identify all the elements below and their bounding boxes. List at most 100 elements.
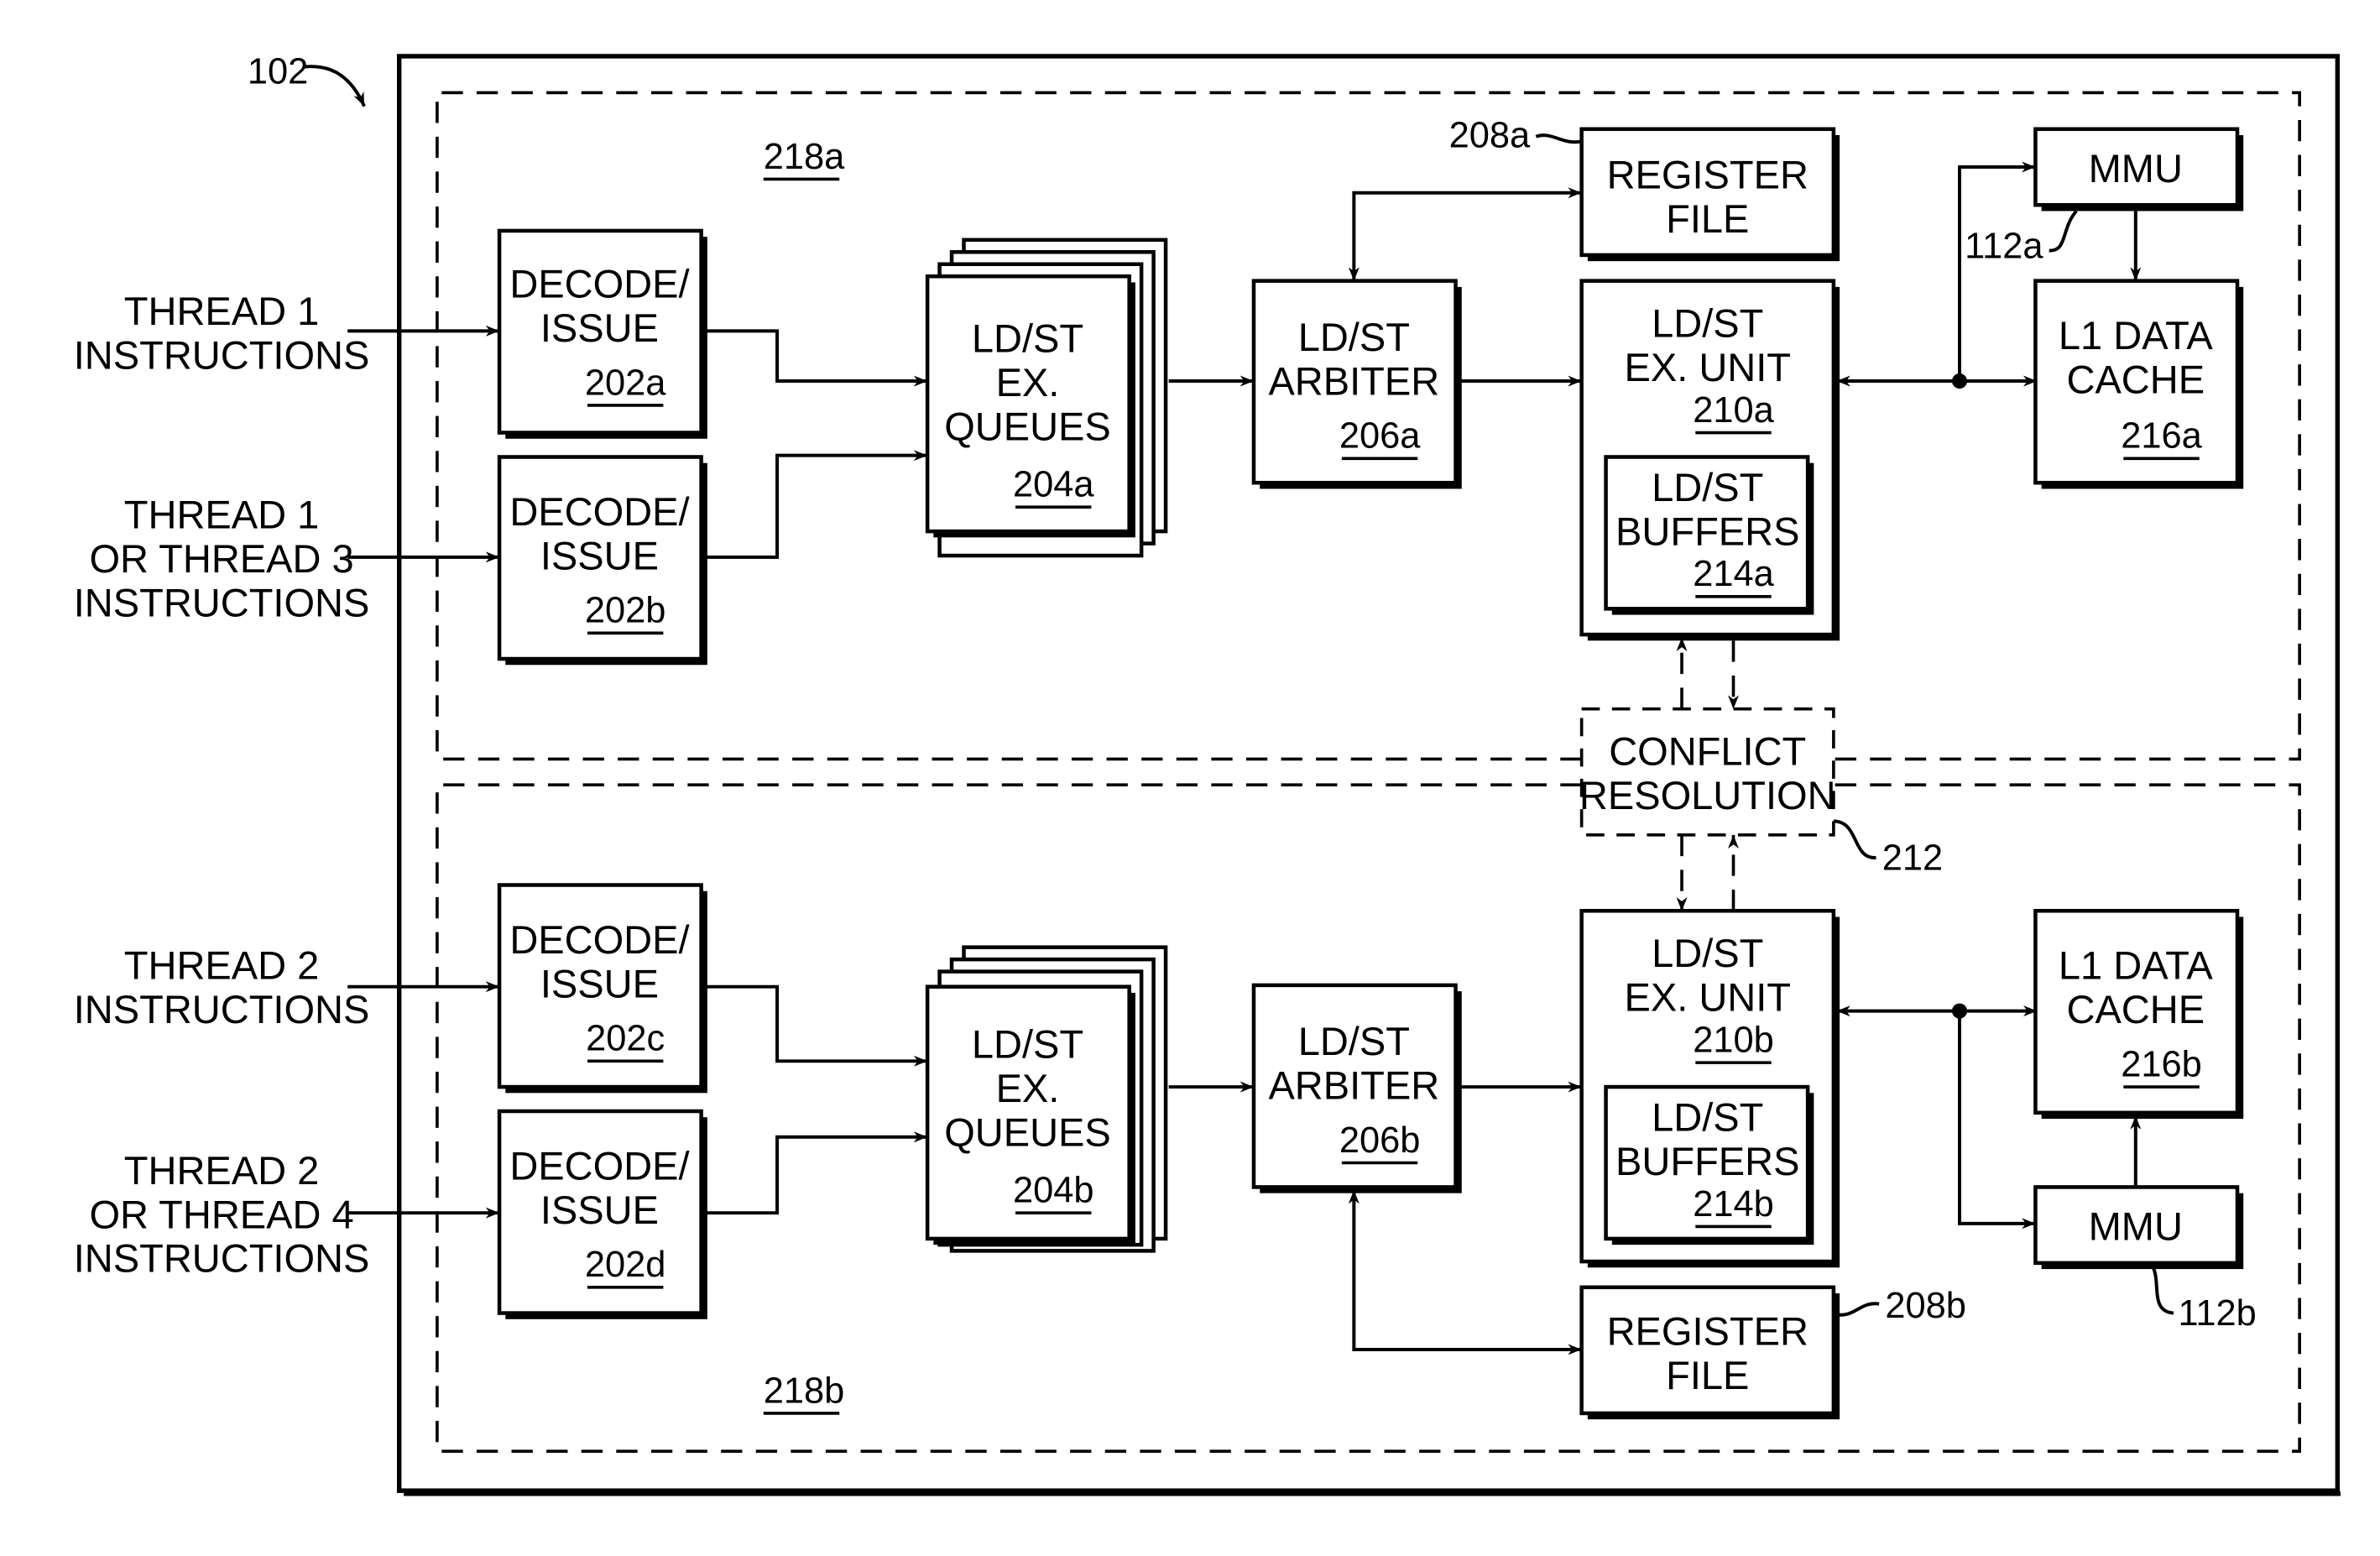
ref-leader [2150, 1265, 2174, 1315]
input-label-line: THREAD 2 [124, 943, 320, 988]
figure-ref-label: 102 [248, 52, 308, 92]
block-label-line: MMU [2089, 1204, 2183, 1249]
block-label-line: CACHE [2067, 358, 2205, 402]
input-label-line: THREAD 1 [124, 289, 320, 333]
arrow-210b-to-112b [1958, 1010, 2036, 1230]
block-label-line: EX. [996, 360, 1060, 405]
ld-st-arbiter-206a: LD/ST ARBITER 206a [1251, 279, 1462, 489]
conflict-resolution-212: CONFLICT RESOLUTION 212 [1579, 707, 1943, 878]
register-file-208b: REGISTER FILE 208b [1579, 1285, 1966, 1420]
block-label-line: QUEUES [944, 1110, 1111, 1155]
block-label-line: ISSUE [540, 305, 659, 350]
input-label-line: THREAD 2 [124, 1148, 320, 1193]
block-label-line: REGISTER [1607, 152, 1808, 196]
input-thread2: THREAD 2 INSTRUCTIONS [74, 943, 370, 1031]
block-label-line: MMU [2089, 146, 2183, 191]
block-label-line: L1 DATA [2059, 943, 2213, 988]
processor-block-diagram: 102 218a 218b THREAD 1 INSTRUCTIONS THRE… [74, 52, 2341, 1496]
register-file-208a: REGISTER FILE 208a [1449, 115, 1840, 262]
block-label-line: RESOLUTION [1579, 773, 1836, 817]
block-ref: 202c [586, 1019, 665, 1059]
block-label-line: LD/ST [1652, 301, 1763, 346]
ref-leader [1833, 819, 1876, 859]
block-ref: 206b [1339, 1120, 1421, 1161]
ld-st-arbiter-206b: LD/ST ARBITER 206b [1251, 983, 1462, 1193]
block-label-line: DECODE/ [509, 1143, 690, 1188]
arrow-210a-to-112a [1958, 161, 2036, 382]
input-thread1: THREAD 1 INSTRUCTIONS [74, 289, 370, 377]
ld-st-ex-queues-204b: LD/ST EX. QUEUES 204b [925, 945, 1168, 1253]
decode-issue-202a: DECODE/ ISSUE 202a [497, 228, 707, 439]
input-label-line: INSTRUCTIONS [74, 987, 370, 1031]
l1-data-cache-216a: L1 DATA CACHE 216a [2033, 279, 2244, 489]
block-label-line: REGISTER [1607, 1309, 1808, 1354]
block-label-line: EX. UNIT [1624, 975, 1791, 1020]
region-ref-218a: 218a [764, 137, 845, 177]
block-label-line: LD/ST [972, 316, 1083, 361]
arrow-202b-to-204a [701, 450, 928, 559]
figure-ref-arrow [303, 65, 366, 107]
arrow-202a-to-204a [701, 329, 928, 387]
input-label-line: THREAD 1 [124, 492, 320, 536]
mmu-112b: MMU 112b [2033, 1185, 2257, 1334]
input-thread1-or-3: THREAD 1 OR THREAD 3 INSTRUCTIONS [74, 492, 370, 624]
ref-leader [1836, 1302, 1880, 1317]
figure-ref: 102 [248, 52, 366, 107]
arrow-202d-to-204b [701, 1131, 928, 1215]
block-label-line: ISSUE [540, 533, 659, 577]
block-label-line: BUFFERS [1615, 1139, 1799, 1183]
block-ref: 208a [1449, 115, 1531, 155]
block-label-line: EX. [996, 1066, 1060, 1110]
decode-issue-202d: DECODE/ ISSUE 202d [497, 1109, 707, 1319]
block-label-line: LD/ST [1298, 315, 1410, 359]
block-ref: 208b [1885, 1286, 1966, 1326]
block-ref: 210a [1693, 390, 1774, 431]
input-label-line: OR THREAD 3 [89, 536, 353, 581]
block-ref: 204b [1013, 1171, 1094, 1211]
block-label-line: DECODE/ [509, 262, 690, 306]
region-ref-218b: 218b [764, 1371, 845, 1411]
input-label-line: INSTRUCTIONS [74, 1236, 370, 1281]
block-ref: 202a [585, 363, 666, 403]
arrow-206a-to-208a [1348, 187, 1582, 281]
mmu-112a: MMU 112a [1965, 127, 2244, 267]
l1-data-cache-216b: L1 DATA CACHE 216b [2033, 908, 2244, 1120]
block-label-line: QUEUES [944, 405, 1111, 449]
block-label-line: LD/ST [972, 1022, 1083, 1067]
ld-st-buffers-214a: LD/ST BUFFERS 214a [1604, 455, 1814, 615]
block-label-line: DECODE/ [509, 917, 690, 962]
block-label-line: EX. UNIT [1624, 345, 1791, 389]
block-ref: 206a [1339, 416, 1421, 457]
ld-st-buffers-214b: LD/ST BUFFERS 214b [1604, 1084, 1814, 1245]
arrow-206b-to-208b [1348, 1190, 1582, 1355]
block-ref: 210b [1693, 1020, 1774, 1060]
block-label-line: FILE [1666, 1353, 1749, 1397]
block-label-line: BUFFERS [1615, 509, 1799, 553]
block-label-line: DECODE/ [509, 489, 690, 534]
block-label-line: CONFLICT [1609, 729, 1806, 774]
block-ref: 214a [1693, 554, 1774, 594]
input-label-line: INSTRUCTIONS [74, 333, 370, 378]
block-ref: 212 [1882, 838, 1943, 878]
decode-issue-202b: DECODE/ ISSUE 202b [497, 455, 707, 666]
block-label-line: LD/ST [1652, 1095, 1763, 1140]
ld-st-ex-queues-204a: LD/ST EX. QUEUES 204a [925, 238, 1168, 558]
block-ref: 202d [585, 1245, 666, 1285]
block-label-line: ISSUE [540, 961, 659, 1005]
block-label-line: FILE [1666, 196, 1749, 241]
block-label-line: LD/ST [1298, 1019, 1410, 1063]
block-ref: 112a [1965, 227, 2043, 267]
block-ref: 216b [2121, 1044, 2202, 1084]
block-ref: 202b [585, 591, 666, 631]
block-label-line: L1 DATA [2059, 313, 2213, 358]
block-label-line: ISSUE [540, 1188, 659, 1232]
decode-issue-202c: DECODE/ ISSUE 202c [497, 883, 707, 1094]
block-label-line: LD/ST [1652, 931, 1763, 975]
block-ref: 216a [2121, 416, 2202, 457]
ref-leader [1535, 133, 1583, 144]
ref-leader [2049, 210, 2078, 253]
block-label-line: ARBITER [1268, 358, 1439, 403]
block-ref: 112b [2178, 1293, 2256, 1334]
arrow-202c-to-204b [701, 984, 928, 1067]
block-label-line: ARBITER [1268, 1063, 1439, 1108]
